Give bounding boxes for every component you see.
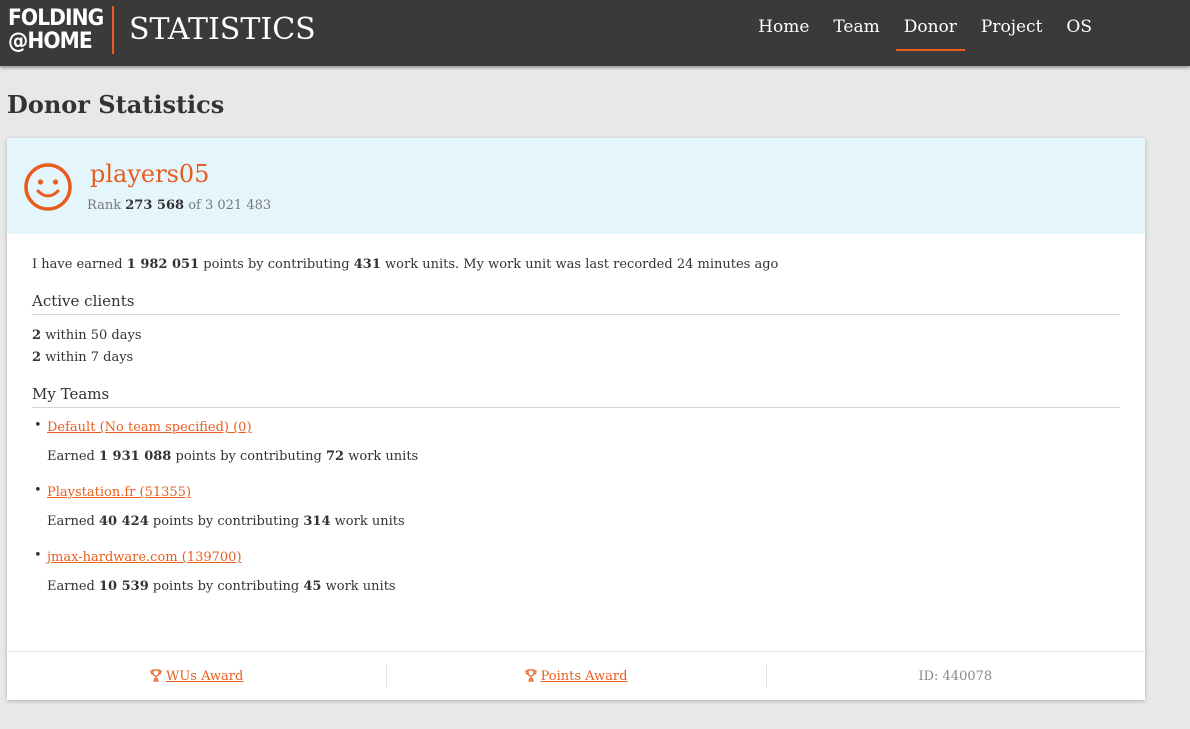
active-clients-heading: Active clients — [32, 292, 1120, 315]
rank-total: 3 021 483 — [204, 198, 272, 213]
nav-home[interactable]: Home — [746, 17, 821, 53]
team-stats: Earned 40 424 points by contributing 314… — [47, 514, 405, 529]
team-stats: Earned 1 931 088 points by contributing … — [47, 449, 419, 464]
smiley-icon — [23, 162, 73, 216]
total-points: 1 982 051 — [126, 257, 200, 272]
donor-rank: Rank 273 568 of 3 021 483 — [87, 198, 271, 213]
donor-card-header: players05 Rank 273 568 of 3 021 483 — [7, 138, 1145, 234]
team-item: jmax-hardware.com (139700) Earned 10 539… — [32, 548, 1120, 596]
active-clients-7-days: 2 within 7 days — [32, 350, 134, 365]
nav-donor[interactable]: Donor — [892, 17, 969, 53]
points-award-cell: Points Award — [386, 652, 765, 700]
logo-line-2: @HOME — [8, 29, 93, 54]
donor-id: ID: 440078 — [918, 668, 993, 684]
trophy-icon — [150, 668, 162, 682]
rank-label: Rank — [87, 198, 122, 213]
donor-card: players05 Rank 273 568 of 3 021 483 I ha… — [7, 138, 1145, 700]
logo-line-1: FOLDING — [8, 6, 104, 31]
nav-os[interactable]: OS — [1054, 17, 1104, 53]
page-title: Donor Statistics — [7, 90, 225, 119]
total-wus: 431 — [353, 257, 381, 272]
team-item: Default (No team specified) (0) Earned 1… — [32, 418, 1120, 466]
team-stats: Earned 10 539 points by contributing 45 … — [47, 579, 396, 594]
donor-card-body: I have earned 1 982 051 points by contri… — [7, 234, 1145, 596]
donor-name: players05 — [90, 160, 210, 188]
folding-at-home-logo[interactable]: FOLDING @HOME — [8, 6, 104, 54]
active-clients-50-days: 2 within 50 days — [32, 328, 142, 343]
nav-team[interactable]: Team — [821, 17, 891, 53]
wus-award-link[interactable]: WUs Award — [150, 669, 243, 684]
top-navbar: FOLDING @HOME STATISTICS Home Team Donor… — [0, 0, 1190, 66]
brand-title[interactable]: STATISTICS — [129, 12, 316, 47]
teams-list: Default (No team specified) (0) Earned 1… — [32, 418, 1120, 596]
rank-value: 273 568 — [125, 198, 185, 213]
rank-of-label: of — [188, 198, 201, 213]
team-link-jmax-hardware[interactable]: jmax-hardware.com (139700) — [47, 548, 1120, 567]
earned-summary: I have earned 1 982 051 points by contri… — [32, 257, 779, 272]
donor-id-cell: ID: 440078 — [765, 652, 1145, 700]
team-item: Playstation.fr (51355) Earned 40 424 poi… — [32, 483, 1120, 531]
team-link-default[interactable]: Default (No team specified) (0) — [47, 418, 1120, 437]
donor-card-footer: WUs Award Points Award ID: 440078 — [7, 651, 1145, 700]
team-link-playstation[interactable]: Playstation.fr (51355) — [47, 483, 1120, 502]
logo-divider — [112, 6, 114, 54]
nav-project[interactable]: Project — [969, 17, 1054, 53]
main-nav: Home Team Donor Project OS — [746, 17, 1104, 53]
my-teams-heading: My Teams — [32, 385, 1120, 408]
wus-award-cell: WUs Award — [7, 652, 386, 700]
points-award-link[interactable]: Points Award — [524, 668, 627, 684]
trophy-icon — [524, 668, 537, 682]
